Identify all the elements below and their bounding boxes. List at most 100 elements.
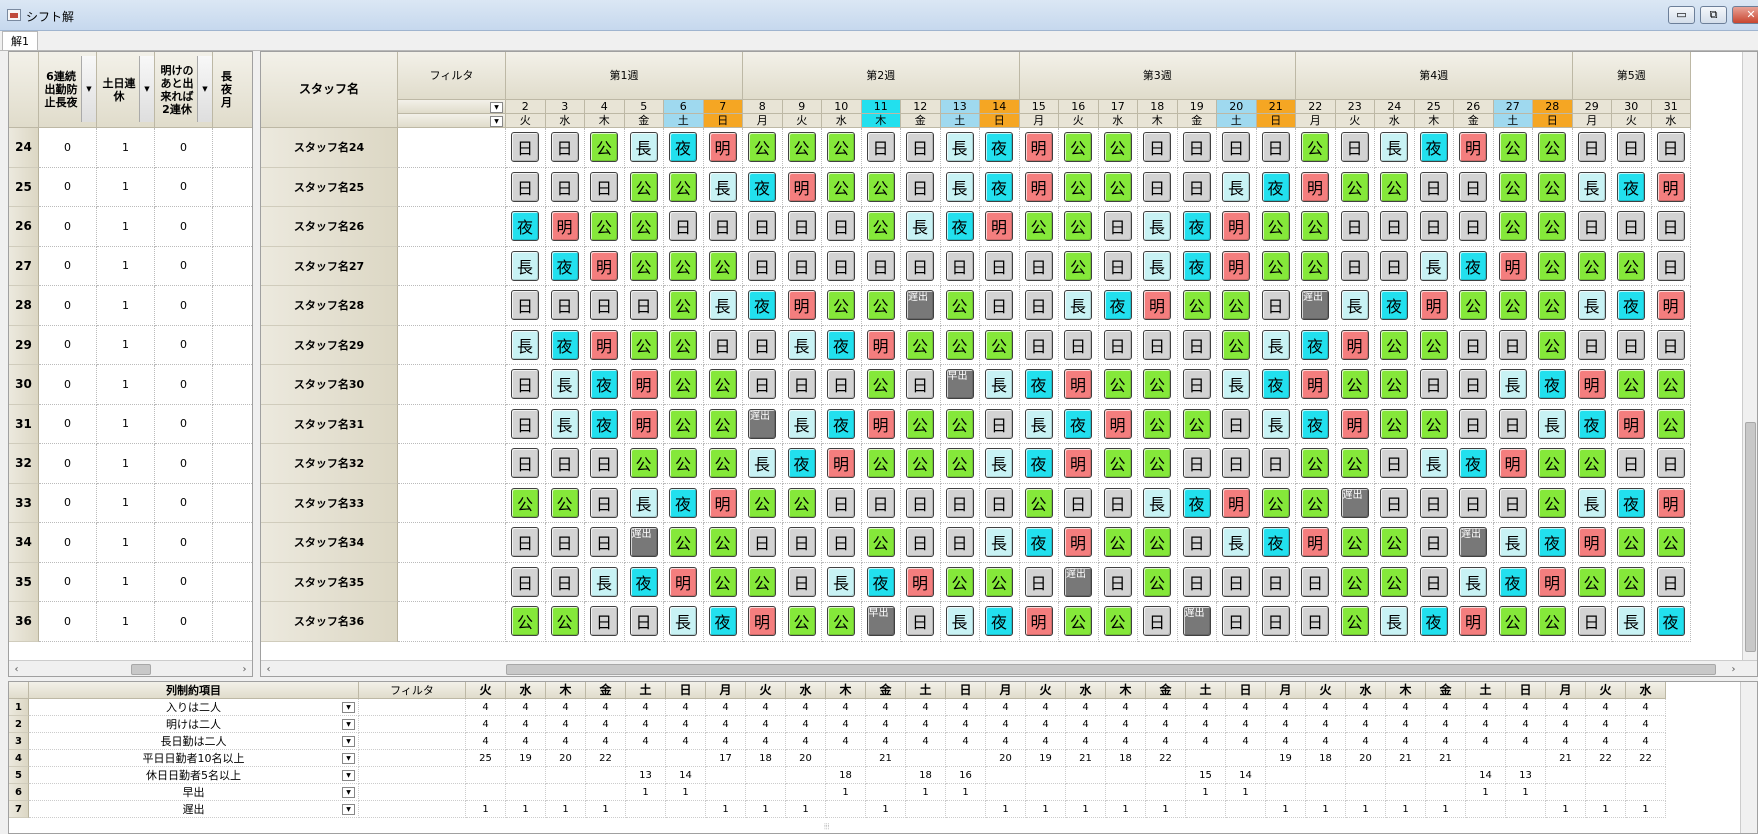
shift-badge[interactable]: 公 xyxy=(1143,408,1171,439)
constraint-value[interactable]: 1 xyxy=(97,483,155,523)
filter-cell[interactable] xyxy=(359,784,466,801)
shift-badge[interactable]: 公 xyxy=(1538,487,1566,518)
shift-badge[interactable]: 公 xyxy=(1340,527,1369,557)
constraint-value[interactable]: 0 xyxy=(155,286,213,326)
shift-badge[interactable]: 公 xyxy=(1340,369,1369,399)
shift-badge[interactable]: 夜 xyxy=(1498,566,1527,597)
shift-badge[interactable]: 明 xyxy=(866,329,895,360)
arrow-left-icon[interactable]: ‹ xyxy=(9,662,24,676)
constraint-value[interactable]: 1 xyxy=(97,128,155,168)
staff-name[interactable]: スタッフ名31 xyxy=(261,404,398,444)
shift-badge[interactable]: 長 xyxy=(1222,369,1250,399)
shift-badge[interactable]: 公 xyxy=(1024,211,1053,241)
shift-badge[interactable]: 日 xyxy=(590,606,618,636)
shift-badge[interactable]: 公 xyxy=(1261,250,1290,281)
constraint-value[interactable]: 1 xyxy=(97,365,155,405)
constraint-value[interactable]: 0 xyxy=(39,128,97,168)
shift-badge[interactable]: 明 xyxy=(1024,606,1053,636)
shift-badge[interactable]: 日 xyxy=(866,250,895,281)
shift-badge[interactable]: 日 xyxy=(629,606,658,636)
close-button[interactable]: ✕ xyxy=(1732,6,1758,24)
shift-badge[interactable]: 明 xyxy=(1301,369,1329,399)
shift-badge[interactable]: 夜 xyxy=(827,408,855,439)
shift-badge[interactable]: 公 xyxy=(945,329,974,360)
shift-badge[interactable]: 公 xyxy=(1538,171,1566,202)
shift-badge[interactable]: 公 xyxy=(1419,329,1448,360)
chevron-down-icon[interactable]: ▼ xyxy=(81,56,96,122)
shift-badge[interactable]: 夜 xyxy=(1301,329,1329,360)
shift-badge[interactable]: 公 xyxy=(1498,171,1527,202)
shift-badge[interactable]: 公 xyxy=(511,606,539,636)
shift-badge[interactable]: 夜 xyxy=(1656,606,1685,636)
shift-badge[interactable]: 日 xyxy=(1261,566,1290,597)
constraint-value[interactable]: 0 xyxy=(155,207,213,247)
shift-badge[interactable]: 日 xyxy=(1380,250,1408,281)
shift-badge[interactable]: 遅出 xyxy=(1340,487,1369,518)
shift-badge[interactable]: 長 xyxy=(590,566,618,597)
minimize-button[interactable]: ▭ xyxy=(1668,6,1695,24)
constraint-value[interactable]: 0 xyxy=(155,365,213,405)
tab-solution-1[interactable]: 解1 xyxy=(2,31,38,50)
shift-badge[interactable]: 日 xyxy=(1617,132,1645,162)
shift-badge[interactable]: 日 xyxy=(906,369,934,399)
shift-badge[interactable]: 日 xyxy=(748,369,776,399)
filter-cell[interactable] xyxy=(398,207,506,247)
constraint-value[interactable]: 1 xyxy=(97,444,155,484)
shift-badge[interactable]: 日 xyxy=(1577,211,1606,241)
filter-cell[interactable] xyxy=(398,128,506,168)
shift-badge[interactable]: 明 xyxy=(1222,211,1250,241)
shift-badge[interactable]: 日 xyxy=(1656,211,1685,241)
shift-badge[interactable]: 夜 xyxy=(1538,369,1566,399)
shift-badge[interactable]: 公 xyxy=(669,290,697,320)
shift-badge[interactable]: 長 xyxy=(1498,369,1527,399)
arrow-right-icon[interactable]: › xyxy=(237,662,252,676)
shift-badge[interactable]: 日 xyxy=(1577,606,1606,636)
shift-badge[interactable]: 明 xyxy=(1340,408,1369,439)
shift-badge[interactable]: 夜 xyxy=(985,606,1013,636)
shift-badge[interactable]: 夜 xyxy=(1261,171,1290,202)
shift-badge[interactable]: 長 xyxy=(985,527,1013,557)
shift-badge[interactable]: 公 xyxy=(827,606,855,636)
shift-badge[interactable]: 公 xyxy=(1380,329,1408,360)
shift-badge[interactable]: 公 xyxy=(1064,171,1092,202)
shift-badge[interactable]: 夜 xyxy=(708,606,737,636)
shift-badge[interactable]: 公 xyxy=(1301,448,1329,478)
constraint-value[interactable]: 0 xyxy=(39,562,97,602)
shift-badge[interactable]: 日 xyxy=(1577,329,1606,360)
constraint-value[interactable]: 0 xyxy=(39,444,97,484)
shift-badge[interactable]: 夜 xyxy=(866,566,895,597)
shift-badge[interactable]: 日 xyxy=(1656,250,1685,281)
shift-badge[interactable]: 日 xyxy=(1419,369,1448,399)
shift-badge[interactable]: 公 xyxy=(827,290,855,320)
constraint-value-empty[interactable] xyxy=(213,484,252,523)
constraint-value[interactable]: 1 xyxy=(97,523,155,563)
shift-badge[interactable]: 日 xyxy=(1656,329,1685,360)
staff-name[interactable]: スタッフ名29 xyxy=(261,325,398,365)
shift-badge[interactable]: 長 xyxy=(550,408,579,439)
shift-badge[interactable]: 公 xyxy=(748,487,776,518)
shift-badge[interactable]: 夜 xyxy=(1024,448,1053,478)
shift-badge[interactable]: 公 xyxy=(1380,566,1408,597)
shift-badge[interactable]: 日 xyxy=(1459,369,1487,399)
shift-badge[interactable]: 日 xyxy=(1024,290,1053,320)
shift-badge[interactable]: 明 xyxy=(1340,329,1369,360)
chevron-down-icon[interactable]: ▼ xyxy=(342,719,355,730)
shift-badge[interactable]: 日 xyxy=(511,566,539,597)
shift-badge[interactable]: 夜 xyxy=(1182,487,1211,518)
staff-name[interactable]: スタッフ名30 xyxy=(261,365,398,405)
shift-badge[interactable]: 公 xyxy=(787,606,816,636)
shift-badge[interactable]: 明 xyxy=(748,606,776,636)
main-vertical-scrollbar[interactable] xyxy=(1742,52,1757,660)
shift-badge[interactable]: 明 xyxy=(1498,250,1527,281)
shift-badge[interactable]: 夜 xyxy=(511,211,539,241)
shift-badge[interactable]: 公 xyxy=(629,171,658,202)
shift-badge[interactable]: 公 xyxy=(511,487,539,518)
shift-badge[interactable]: 長 xyxy=(669,606,697,636)
shift-badge[interactable]: 日 xyxy=(1261,290,1290,320)
shift-badge[interactable]: 公 xyxy=(906,408,934,439)
shift-badge[interactable]: 公 xyxy=(1301,211,1329,241)
shift-badge[interactable]: 公 xyxy=(629,329,658,360)
constraint-value[interactable]: 0 xyxy=(155,602,213,642)
shift-badge[interactable]: 日 xyxy=(1498,487,1527,518)
shift-badge[interactable]: 日 xyxy=(1261,132,1290,162)
